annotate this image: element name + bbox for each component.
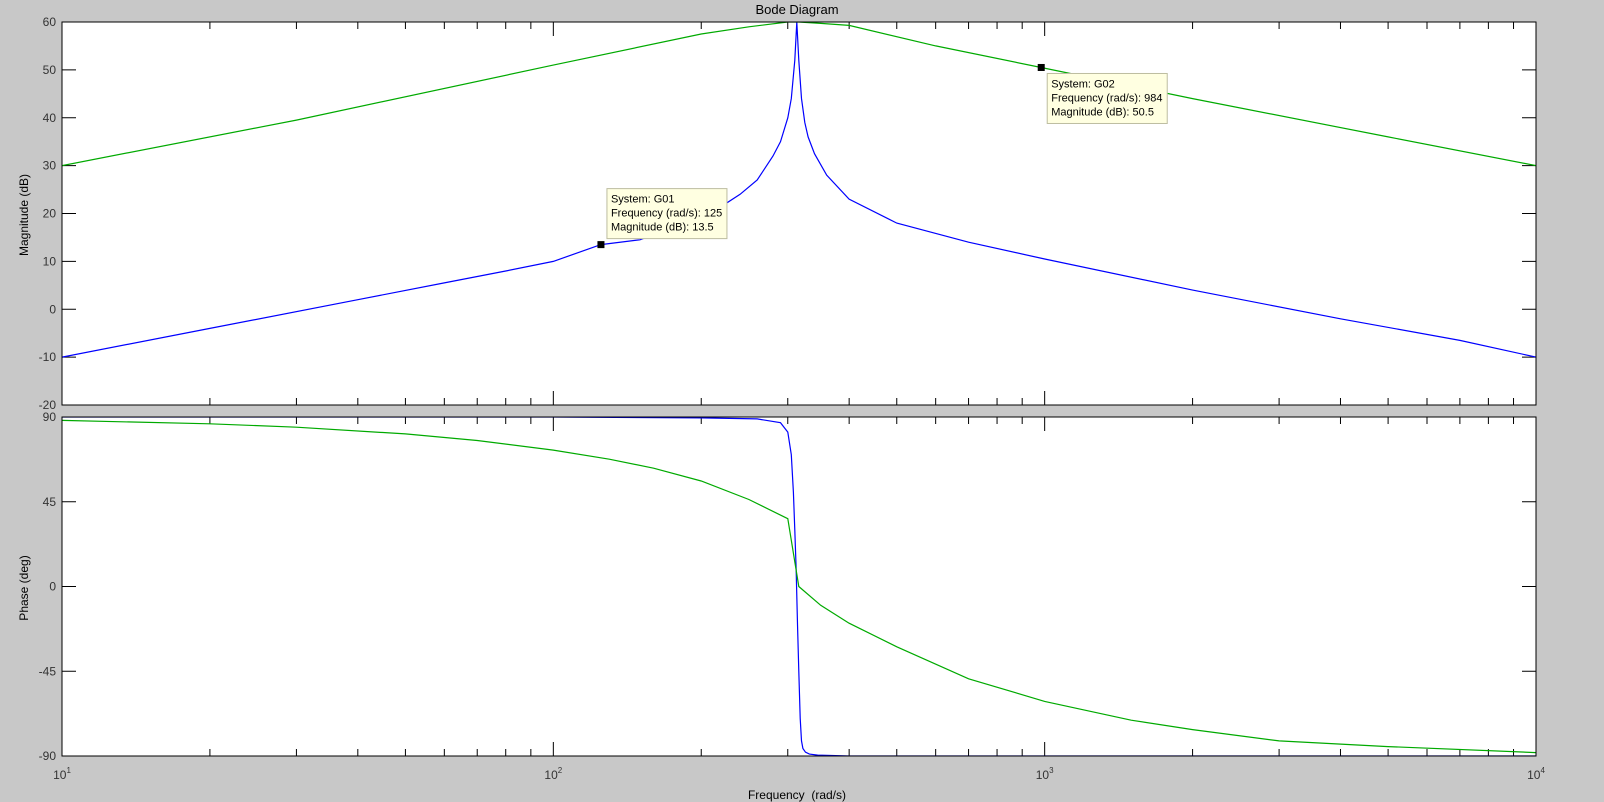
magnitude-y-label: Magnitude (dB) bbox=[17, 174, 31, 256]
y-tick-label: 10 bbox=[43, 254, 57, 268]
y-tick-label: 20 bbox=[43, 207, 57, 221]
y-tick-label: 40 bbox=[43, 111, 57, 125]
y-tick-label: 90 bbox=[43, 410, 57, 424]
x-tick-label: 102 bbox=[544, 766, 562, 782]
datatip-text: Frequency (rad/s): 984 bbox=[1051, 92, 1162, 104]
y-tick-label: 60 bbox=[43, 15, 57, 29]
datatip-text: Magnitude (dB): 50.5 bbox=[1051, 106, 1154, 118]
magnitude-axes: -20-100102030405060System: G01Frequency … bbox=[39, 15, 1537, 412]
datatip-text: Magnitude (dB): 13.5 bbox=[611, 222, 714, 234]
bode-figure: Bode Diagram -20-100102030405060System: … bbox=[17, 2, 1546, 802]
y-tick-label: -10 bbox=[39, 350, 57, 364]
phase-y-label: Phase (deg) bbox=[17, 555, 31, 620]
y-tick-label: -45 bbox=[39, 664, 57, 678]
datatip-text: System: G02 bbox=[1051, 78, 1115, 90]
y-tick-label: -90 bbox=[39, 749, 57, 763]
plot-area bbox=[62, 22, 1536, 405]
y-tick-label: 0 bbox=[49, 302, 56, 316]
phase-axes: -90 -45 0 45 90 101 102 103 104 bbox=[39, 410, 1546, 782]
y-tick-label: 0 bbox=[49, 580, 56, 594]
datatip-marker bbox=[597, 241, 605, 249]
x-tick-label: 104 bbox=[1527, 766, 1545, 782]
datatip-marker bbox=[1037, 63, 1045, 71]
chart-title: Bode Diagram bbox=[755, 2, 838, 17]
y-tick-label: 30 bbox=[43, 159, 57, 173]
x-tick-label: 101 bbox=[53, 766, 71, 782]
y-tick-label: 50 bbox=[43, 63, 57, 77]
datatip-text: Frequency (rad/s): 125 bbox=[611, 208, 722, 220]
x-tick-label: 103 bbox=[1036, 766, 1054, 782]
frequency-x-label: Frequency (rad/s) bbox=[748, 788, 846, 802]
y-tick-label: 45 bbox=[43, 495, 57, 509]
datatip-text: System: G01 bbox=[611, 194, 675, 206]
